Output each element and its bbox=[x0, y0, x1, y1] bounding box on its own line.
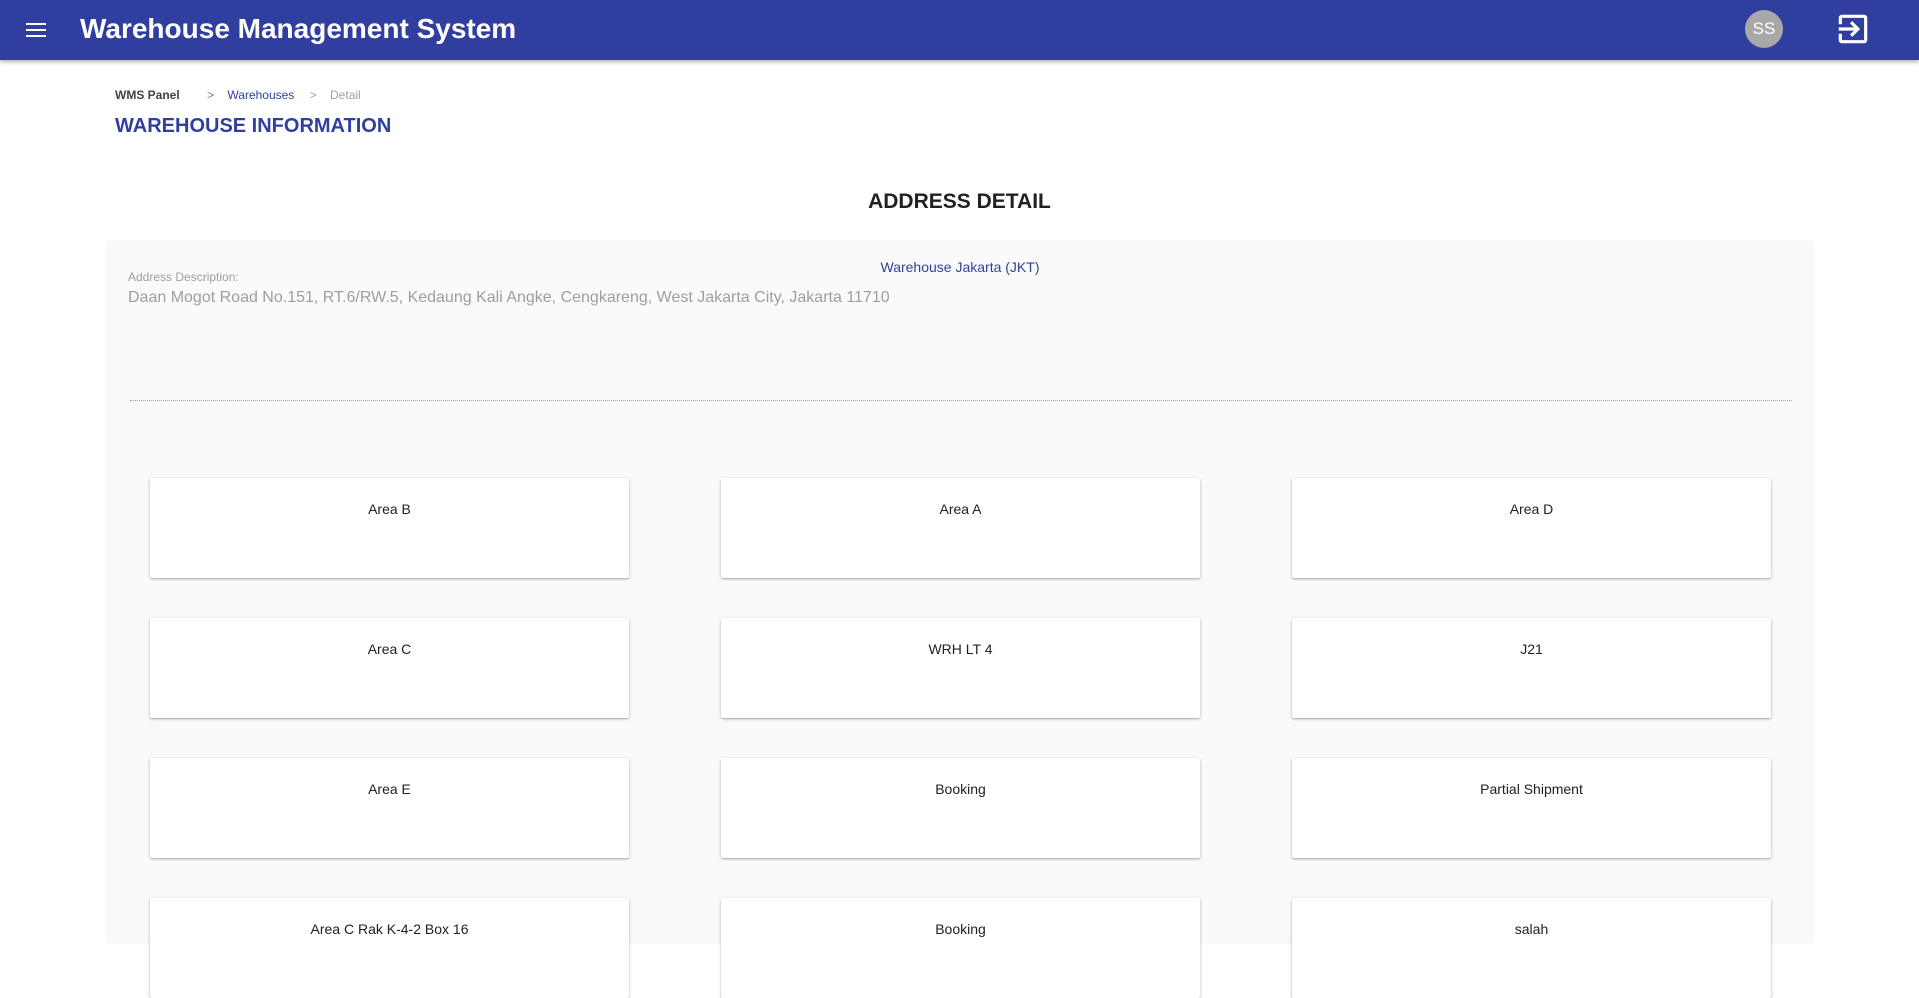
user-avatar[interactable]: SS bbox=[1745, 10, 1783, 48]
breadcrumb-root[interactable]: WMS Panel bbox=[115, 88, 180, 102]
breadcrumb-separator: > bbox=[309, 88, 317, 102]
area-card[interactable]: J21 bbox=[1292, 618, 1771, 718]
app-bar: Warehouse Management System SS bbox=[0, 0, 1919, 60]
area-card[interactable]: Area E bbox=[150, 758, 629, 858]
area-grid: Area B Area A Area D Area C WRH LT 4 J21… bbox=[150, 478, 1772, 998]
area-card[interactable]: Area C Rak K-4-2 Box 16 bbox=[150, 898, 629, 998]
area-card[interactable]: Area B bbox=[150, 478, 629, 578]
area-card[interactable]: Partial Shipment bbox=[1292, 758, 1771, 858]
area-card[interactable]: Area D bbox=[1292, 478, 1771, 578]
logout-icon[interactable] bbox=[1834, 10, 1872, 48]
area-card[interactable]: Booking bbox=[721, 898, 1200, 998]
area-card-label: J21 bbox=[1520, 641, 1543, 657]
area-card-label: Partial Shipment bbox=[1480, 781, 1583, 797]
area-card-label: WRH LT 4 bbox=[928, 641, 993, 657]
area-card-label: Booking bbox=[935, 781, 986, 797]
area-card[interactable]: Area A bbox=[721, 478, 1200, 578]
breadcrumb-warehouses-link[interactable]: Warehouses bbox=[227, 88, 294, 102]
page-title: WAREHOUSE INFORMATION bbox=[115, 115, 392, 137]
address-value: Daan Mogot Road No.151, RT.6/RW.5, Kedau… bbox=[128, 289, 890, 306]
address-label: Address Description: bbox=[128, 270, 239, 284]
area-card[interactable]: salah bbox=[1292, 898, 1771, 998]
section-title: ADDRESS DETAIL bbox=[868, 190, 1051, 213]
area-card[interactable]: WRH LT 4 bbox=[721, 618, 1200, 718]
area-card-label: Area D bbox=[1509, 501, 1554, 517]
breadcrumb: WMS Panel > Warehouses > Detail bbox=[115, 87, 361, 103]
area-card-label: Area B bbox=[368, 501, 411, 517]
area-card-label: Booking bbox=[935, 921, 986, 937]
area-card-label: Area E bbox=[368, 781, 411, 797]
address-detail-panel: Warehouse Jakarta (JKT) Address Descript… bbox=[108, 242, 1812, 998]
hamburger-menu-icon[interactable] bbox=[20, 14, 52, 46]
warehouse-name: Warehouse Jakarta (JKT) bbox=[880, 259, 1040, 275]
app-title: Warehouse Management System bbox=[80, 13, 517, 44]
breadcrumb-current: Detail bbox=[330, 88, 361, 102]
area-card-label: salah bbox=[1514, 921, 1549, 937]
area-card[interactable]: Area C bbox=[150, 618, 629, 718]
breadcrumb-separator: > bbox=[207, 88, 215, 102]
area-card-label: Area C Rak K-4-2 Box 16 bbox=[310, 921, 469, 937]
divider bbox=[130, 400, 1792, 401]
area-card-label: Area C bbox=[367, 641, 412, 657]
area-card-label: Area A bbox=[939, 501, 982, 517]
area-card[interactable]: Booking bbox=[721, 758, 1200, 858]
